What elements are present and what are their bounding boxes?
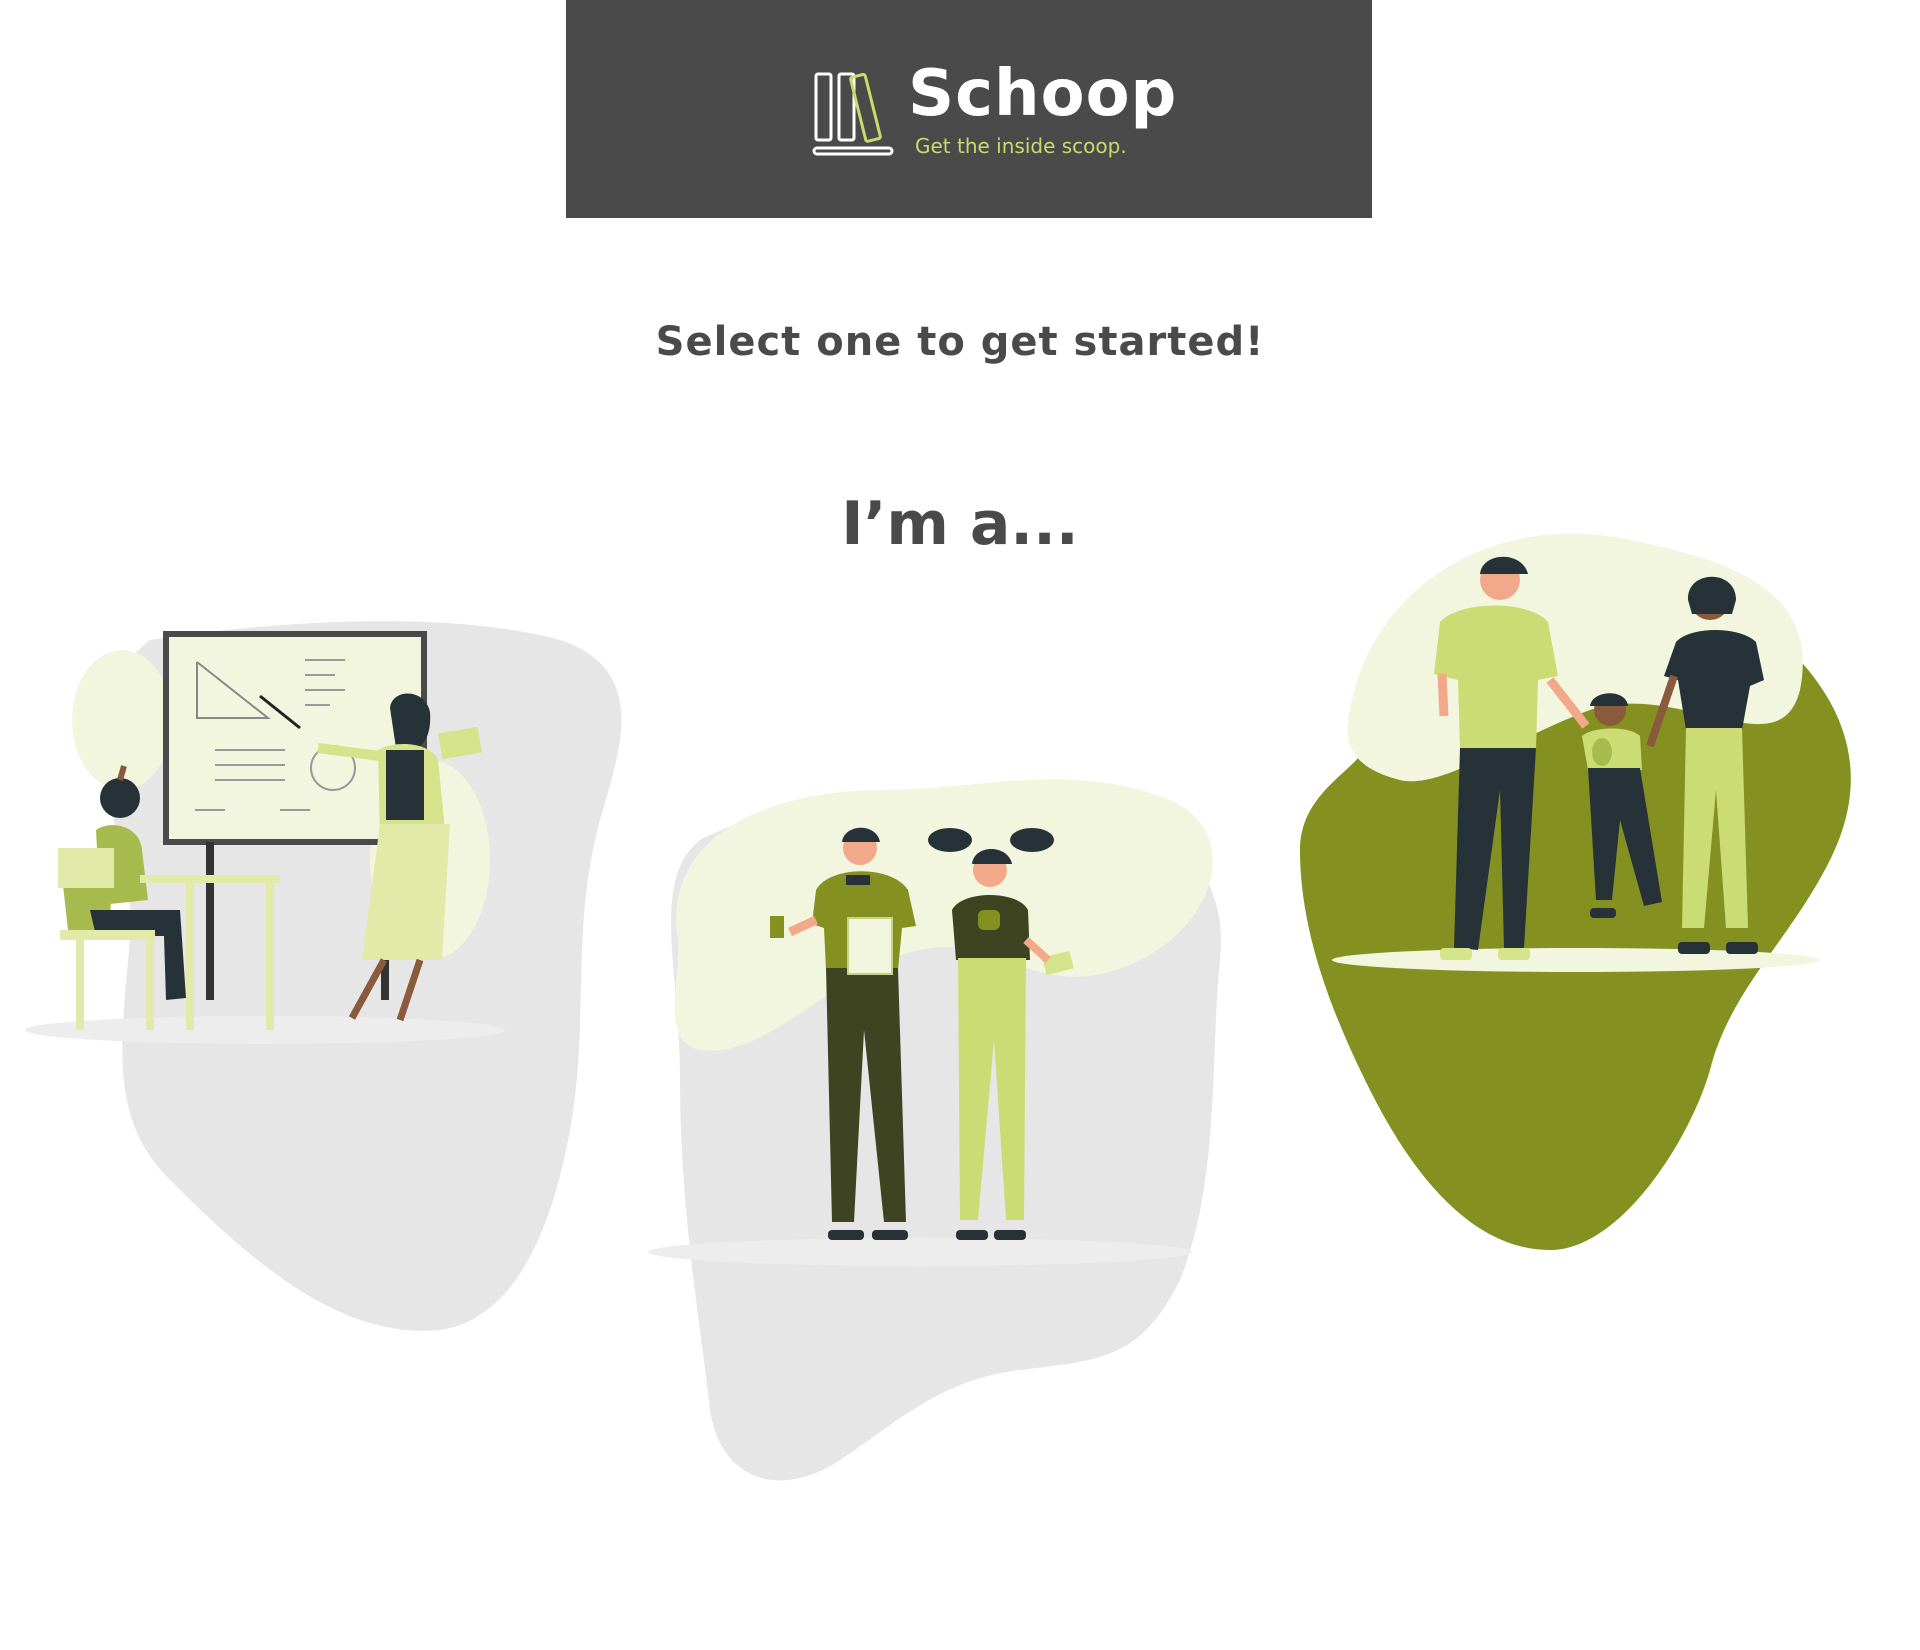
role-option-teacher[interactable]: teacher xyxy=(0,600,660,1360)
family-illustration xyxy=(1300,533,1851,1250)
role-option-parent[interactable]: parent xyxy=(1290,530,1860,1260)
students-illustration xyxy=(648,779,1221,1481)
teacher-classroom-illustration xyxy=(25,621,622,1331)
tagline: Get the inside scoop. xyxy=(915,134,1127,158)
page-subtitle: Select one to get started! xyxy=(655,319,1265,365)
app-header: Schoop Get the inside scoop. xyxy=(566,0,1372,218)
brand-name: Schoop xyxy=(908,57,1178,131)
role-option-student[interactable]: student xyxy=(620,760,1260,1560)
bookshelf-logo-icon xyxy=(812,72,894,156)
